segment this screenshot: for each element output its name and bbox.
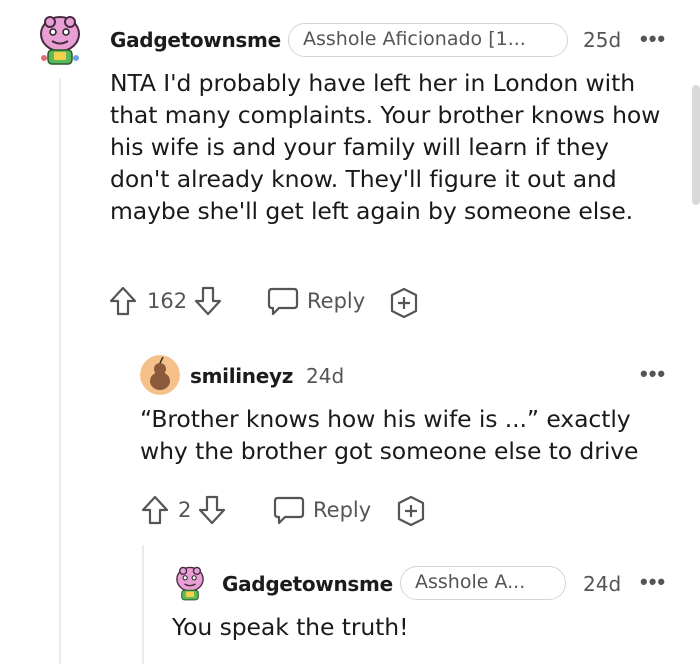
comment-age: 24d bbox=[583, 572, 622, 596]
comment-username[interactable]: smilineyz bbox=[190, 364, 293, 388]
comment-age: 24d bbox=[306, 364, 345, 388]
reply-icon bbox=[272, 494, 306, 526]
avatar[interactable] bbox=[36, 12, 84, 70]
comment-username[interactable]: Gadgetownsme bbox=[222, 572, 393, 596]
vote-bar: 2 bbox=[140, 493, 227, 527]
vote-count: 2 bbox=[178, 498, 192, 522]
comment-body: You speak the truth! bbox=[172, 613, 409, 641]
comment-username[interactable]: Gadgetownsme bbox=[110, 28, 281, 52]
reply-label: Reply bbox=[313, 498, 372, 522]
vote-count: 162 bbox=[147, 289, 188, 313]
user-flair: Asshole Aficionado [1... bbox=[288, 23, 568, 57]
more-options-button[interactable]: ••• bbox=[640, 363, 666, 385]
award-icon bbox=[390, 287, 418, 319]
downvote-icon[interactable] bbox=[197, 494, 227, 526]
vote-bar: 162 bbox=[108, 284, 223, 318]
downvote-icon[interactable] bbox=[193, 285, 223, 317]
comment-age: 25d bbox=[583, 28, 622, 52]
user-flair: Asshole A... bbox=[400, 566, 566, 600]
reply-button[interactable]: Reply bbox=[266, 284, 365, 318]
comment-body: NTA I'd probably have left her in London… bbox=[110, 69, 661, 225]
reply-label: Reply bbox=[307, 289, 366, 313]
award-icon bbox=[397, 495, 425, 527]
upvote-icon[interactable] bbox=[108, 285, 138, 317]
award-button[interactable] bbox=[388, 287, 420, 319]
more-options-button[interactable]: ••• bbox=[640, 28, 666, 50]
reply-icon bbox=[266, 285, 300, 317]
upvote-icon[interactable] bbox=[140, 494, 170, 526]
scrollbar[interactable] bbox=[692, 85, 700, 205]
thread-line[interactable] bbox=[142, 545, 144, 664]
award-button[interactable] bbox=[395, 495, 427, 527]
reply-button[interactable]: Reply bbox=[272, 493, 371, 527]
avatar[interactable] bbox=[172, 564, 208, 604]
thread-line[interactable] bbox=[59, 78, 61, 664]
more-options-button[interactable]: ••• bbox=[640, 571, 666, 593]
comment-body: “Brother knows how his wife is ...” exac… bbox=[140, 405, 639, 465]
avatar[interactable] bbox=[140, 355, 180, 395]
